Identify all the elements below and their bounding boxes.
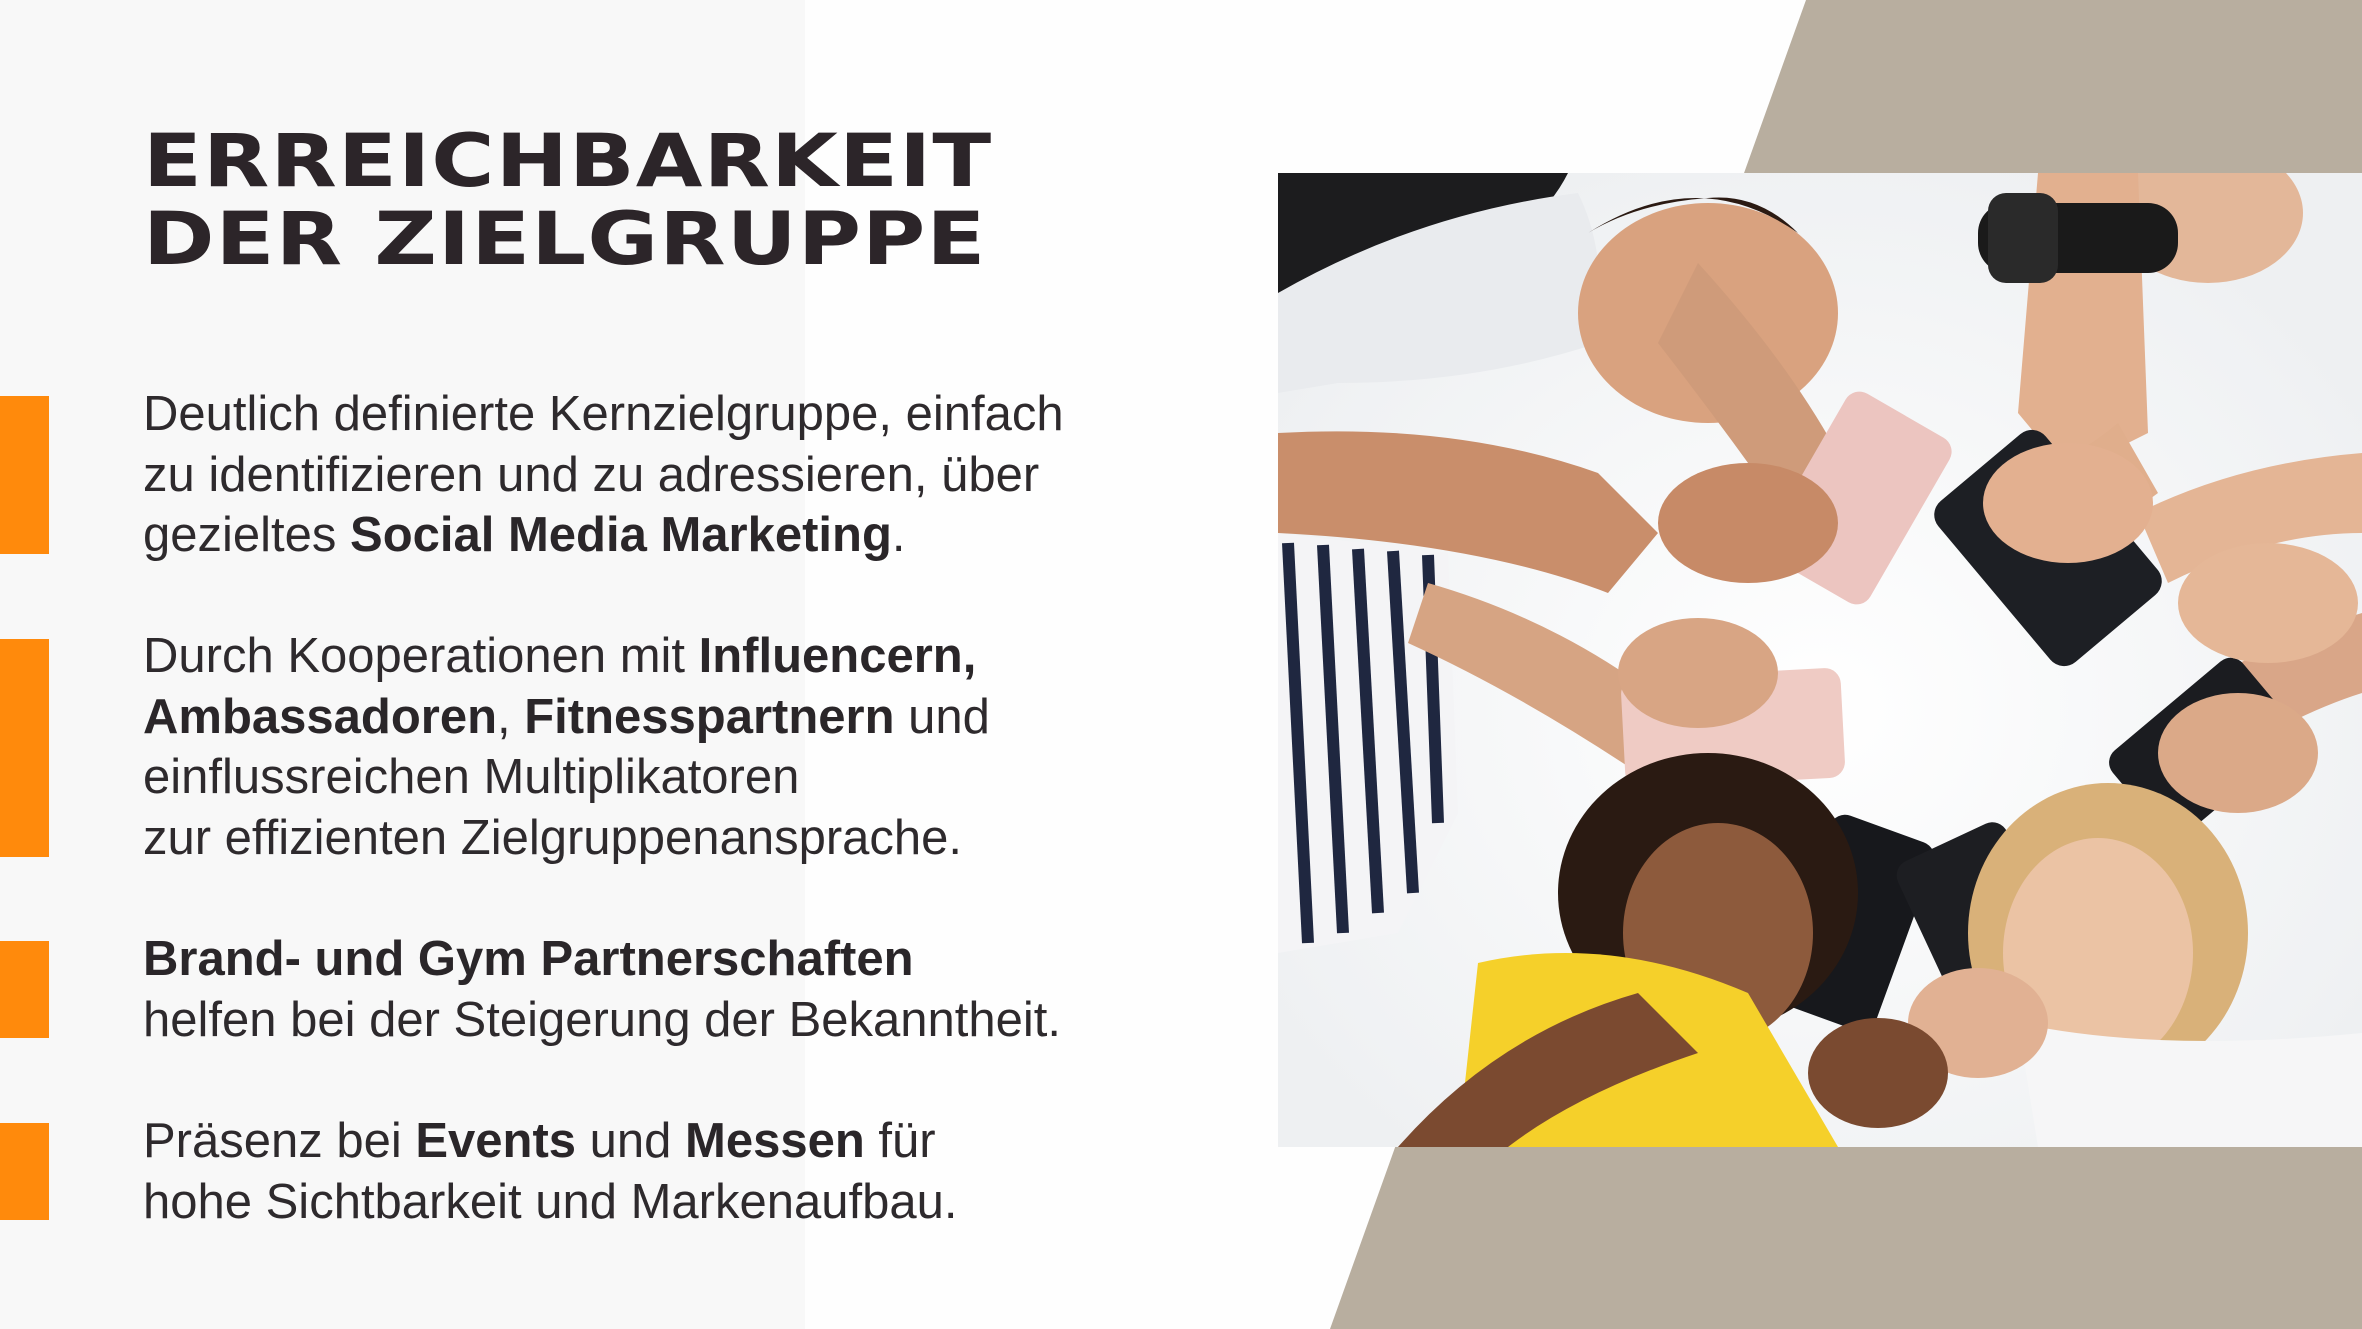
accent-bar-4 — [0, 1123, 49, 1220]
point-kooperationen: Durch Kooperationen mit Influencern, Amb… — [143, 626, 1183, 868]
point-2-line-3: einflussreichen Multiplikatoren — [143, 750, 800, 804]
point-1-line-1: Deutlich definierte Kernzielgruppe, einf… — [143, 387, 1064, 441]
point-social-media: Deutlich definierte Kernzielgruppe, einf… — [143, 384, 1183, 566]
point-4-bold-1: Events — [415, 1114, 577, 1168]
point-1-line-3a: gezieltes — [143, 508, 351, 562]
point-2-bold-1: Influencern, — [698, 629, 977, 683]
point-2-bold-2: Ambassadoren — [143, 689, 498, 744]
point-4-line-1b: und — [576, 1114, 686, 1168]
point-1-line-3b: . — [891, 508, 906, 562]
page-title: ERREICHBARKEIT DER ZIELGRUPPE — [143, 123, 1205, 279]
group-smartphones-photo — [1278, 173, 2362, 1147]
point-3-line-2: helfen bei der Steigerung der Bekannthei… — [143, 992, 1062, 1047]
point-2-line-4: zur effizienten Zielgruppenansprache. — [143, 810, 963, 865]
slide: ERREICHBARKEIT DER ZIELGRUPPE Deutlich d… — [0, 0, 2362, 1329]
point-2-line-1a: Durch Kooperationen mit — [143, 629, 699, 683]
point-1-line-2: zu identifizieren und zu adressieren, üb… — [143, 447, 1040, 502]
group-looking-at-smartphones-photo-icon — [1278, 173, 2362, 1147]
point-1-bold: Social Media Marketing — [350, 508, 892, 562]
title-line-1: ERREICHBARKEIT — [143, 119, 993, 204]
accent-bar-2 — [0, 639, 49, 857]
point-4-line-1a: Präsenz bei — [143, 1114, 416, 1168]
point-events: Präsenz bei Events und Messen für hohe S… — [143, 1111, 1183, 1232]
accent-bar-3 — [0, 941, 49, 1038]
point-4-line-2: hohe Sichtbarkeit und Markenaufbau. — [143, 1174, 958, 1229]
point-2-line-2b: und — [894, 689, 990, 744]
title-line-2: DER ZIELGRUPPE — [143, 197, 987, 282]
point-partnerschaften: Brand- und Gym Partnerschaften helfen be… — [143, 929, 1183, 1050]
point-4-bold-2: Messen — [685, 1114, 865, 1168]
point-2-bold-3: Fitnesspartnern — [524, 689, 895, 744]
accent-bar-1 — [0, 396, 49, 554]
point-4-line-1c: für — [864, 1114, 936, 1168]
point-2-line-2a: , — [497, 689, 525, 744]
point-3-bold: Brand- und Gym Partnerschaften — [143, 932, 914, 986]
